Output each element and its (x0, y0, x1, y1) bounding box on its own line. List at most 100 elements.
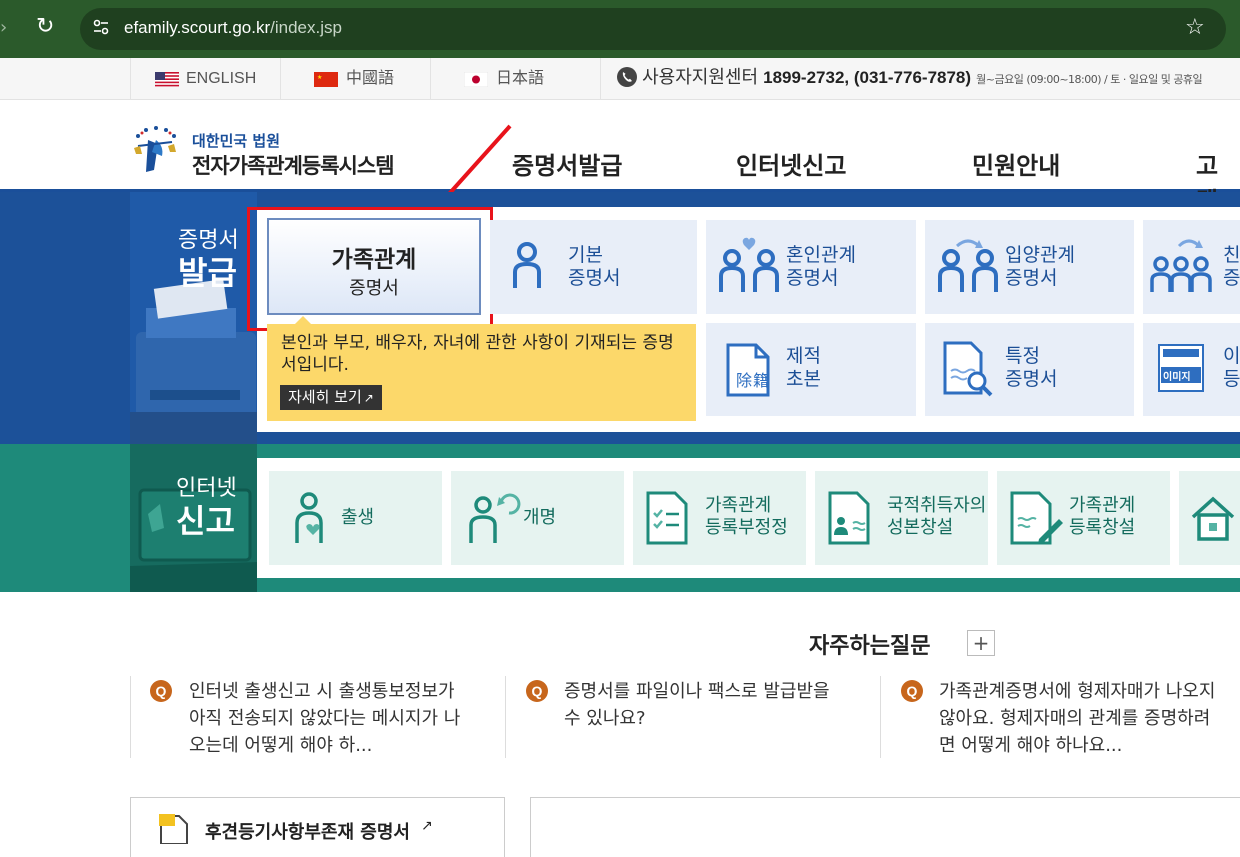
url-text: efamily.scourt.go.kr/index.jsp (124, 18, 342, 37)
parent-adoption-line2: 증 (1223, 267, 1240, 289)
image-cert-tile[interactable]: 이미지 이 등 (1143, 323, 1240, 416)
house-tile[interactable] (1179, 471, 1240, 565)
jejeok-extract-tile[interactable]: 除籍 제적 초본 (706, 323, 916, 416)
correction-tile[interactable]: 가족관계 등록부정정 (633, 471, 806, 565)
person-refresh-icon (469, 493, 521, 543)
faq-more-button[interactable]: + (967, 630, 995, 656)
court-emblem-icon (134, 126, 176, 172)
group-icon (1150, 239, 1212, 292)
faq-q-icon-3: Q (901, 680, 923, 702)
creation-tile[interactable]: 가족관계 등록창설 (997, 471, 1170, 565)
parent-adoption-cert-tile[interactable]: 친 증 (1143, 220, 1240, 314)
adoption-cert-line2: 증명서 (1005, 267, 1058, 289)
lang-japanese[interactable]: 日本語 (430, 58, 600, 100)
phone-icon (617, 67, 637, 87)
faq-title: 자주하는질문 (809, 634, 931, 659)
faq-divider-2 (505, 676, 506, 758)
guardian-cert-box[interactable]: 후견등기사항부존재 증명서 ↗ (130, 797, 505, 857)
faq-q-icon-2: Q (526, 680, 548, 702)
adoption-icon (938, 239, 998, 292)
lang-english[interactable]: ENGLISH (130, 58, 280, 100)
nav-civil-guide[interactable]: 민원안내 (972, 146, 1060, 181)
correction-line2: 등록부정정 (705, 517, 788, 538)
reload-icon[interactable]: ↻ (36, 14, 54, 39)
faq-item-1-line-1: 인터넷 출생신고 시 출생통보정보가 (189, 681, 455, 702)
faq-item-2-line-1: 증명서를 파일이나 팩스로 발급받을 (564, 681, 830, 702)
highlight-box (247, 207, 493, 331)
faq-item-1-line-3: 오는데 어떻게 해야 하... (189, 735, 373, 756)
detail-view-label: 자세히 보기 (288, 388, 362, 406)
lang-english-label: ENGLISH (186, 70, 257, 87)
marriage-cert-line1: 혼인관계 (786, 244, 856, 266)
japan-flag-icon (464, 72, 488, 87)
faq-item-2[interactable]: 증명서를 파일이나 팩스로 발급받을 수 있나요? (564, 678, 830, 732)
document-pen-icon (1010, 491, 1063, 545)
basic-cert-tile[interactable]: 기본 증명서 (490, 220, 697, 314)
correction-line1: 가족관계 (705, 495, 772, 516)
certificate-side-panel: 증명서 발급 (130, 192, 257, 444)
forward-icon[interactable]: › (0, 17, 7, 38)
logo-main-text: 전자가족관계등록시스템 (192, 154, 395, 178)
external-link-icon: ↗ (363, 391, 374, 405)
id-document-icon (828, 491, 870, 545)
adoption-cert-line1: 입양관계 (1005, 244, 1075, 266)
support-label: 사용자지원센터 (642, 67, 759, 88)
house-icon (1191, 496, 1235, 541)
lang-japanese-label: 日本語 (496, 70, 545, 87)
us-flag-icon (155, 72, 179, 87)
nav-certificate[interactable]: 증명서발급 (512, 146, 622, 181)
person-icon (513, 242, 541, 288)
notice-box (530, 797, 1240, 857)
name-change-tile[interactable]: 개명 (451, 471, 624, 565)
faq-divider-3 (880, 676, 881, 758)
faq-item-3-line-3: 면 어떻게 해야 하나요... (939, 735, 1123, 756)
faq-q-icon-1: Q (150, 680, 172, 702)
browser-toolbar: › ↻ efamily.scourt.go.kr/index.jsp ☆ (0, 0, 1240, 58)
jejeok-line2: 초본 (786, 368, 821, 390)
checklist-icon (646, 491, 688, 545)
name-change-label: 개명 (523, 507, 557, 528)
detail-view-button[interactable]: 자세히 보기 ↗ (280, 385, 382, 410)
guardian-external-icon: ↗ (421, 818, 433, 834)
basic-cert-line2: 증명서 (568, 267, 621, 289)
cert-side-title-2: 발급 (178, 254, 237, 292)
guardian-cert-label: 후견등기사항부존재 증명서 (205, 822, 410, 843)
adoption-cert-tile[interactable]: 입양관계 증명서 (925, 220, 1134, 314)
certificate-doc-icon (159, 814, 188, 844)
marriage-cert-tile[interactable]: 혼인관계 증명서 (706, 220, 916, 314)
cert-description-box: 본인과 부모, 배우자, 자녀에 관한 사항이 기재되는 증명서입니다. 자세히… (267, 316, 696, 421)
birth-report-label: 출생 (341, 507, 375, 528)
desc-pointer (295, 316, 311, 324)
lang-chinese[interactable]: ★ 中國語 (280, 58, 430, 100)
faq-item-3-line-2: 않아요. 형제자매의 관계를 증명하려 (939, 708, 1211, 729)
support-center: 사용자지원센터 1899-2732, (031-776-7878) 월~금요일 … (600, 58, 1203, 100)
basic-cert-line1: 기본 (568, 244, 603, 266)
jejeok-icon-text: 除籍 (736, 371, 771, 390)
image-cert-line1: 이 (1223, 345, 1240, 367)
specific-cert-tile[interactable]: 특정 증명서 (925, 323, 1134, 416)
jejeok-line1: 제적 (786, 345, 821, 367)
faq-item-1[interactable]: 인터넷 출생신고 시 출생통보정보가 아직 전송되지 않았다는 메시지가 나 오… (189, 678, 460, 759)
nationality-tile[interactable]: 국적취득자의 성본창설 (815, 471, 988, 565)
faq-item-3[interactable]: 가족관계증명서에 형제자매가 나오지 않아요. 형제자매의 관계를 증명하려 면… (939, 678, 1215, 759)
site-logo[interactable]: 대한민국 법원 전자가족관계등록시스템 (128, 122, 398, 180)
site-info-icon[interactable] (92, 18, 110, 36)
support-phone: 1899-2732, (031-776-7878) (763, 68, 972, 87)
utility-bar: ENGLISH ★ 中國語 日本語 사용자지원센터 1899-2732, (03… (0, 58, 1240, 100)
printer-icon (130, 279, 257, 444)
logo-top-text: 대한민국 법원 (192, 132, 281, 150)
faq-divider-1 (130, 676, 131, 758)
faq-item-2-line-2: 수 있나요? (564, 708, 646, 729)
internet-report-side-panel: 인터넷 신고 (130, 444, 257, 592)
specific-cert-line1: 특정 (1005, 345, 1040, 367)
image-icon-text: 이미지 (1163, 372, 1191, 383)
faq-item-1-line-2: 아직 전송되지 않았다는 메시지가 나 (189, 708, 461, 729)
bookmark-star-icon[interactable]: ☆ (1185, 15, 1205, 40)
net-side-title-2: 신고 (176, 502, 235, 540)
mother-baby-icon (295, 492, 323, 543)
birth-report-tile[interactable]: 출생 (269, 471, 442, 565)
document-search-icon (943, 341, 993, 397)
couple-heart-icon (719, 237, 779, 292)
nav-internet-report[interactable]: 인터넷신고 (736, 146, 846, 181)
parent-adoption-line1: 친 (1223, 244, 1240, 266)
